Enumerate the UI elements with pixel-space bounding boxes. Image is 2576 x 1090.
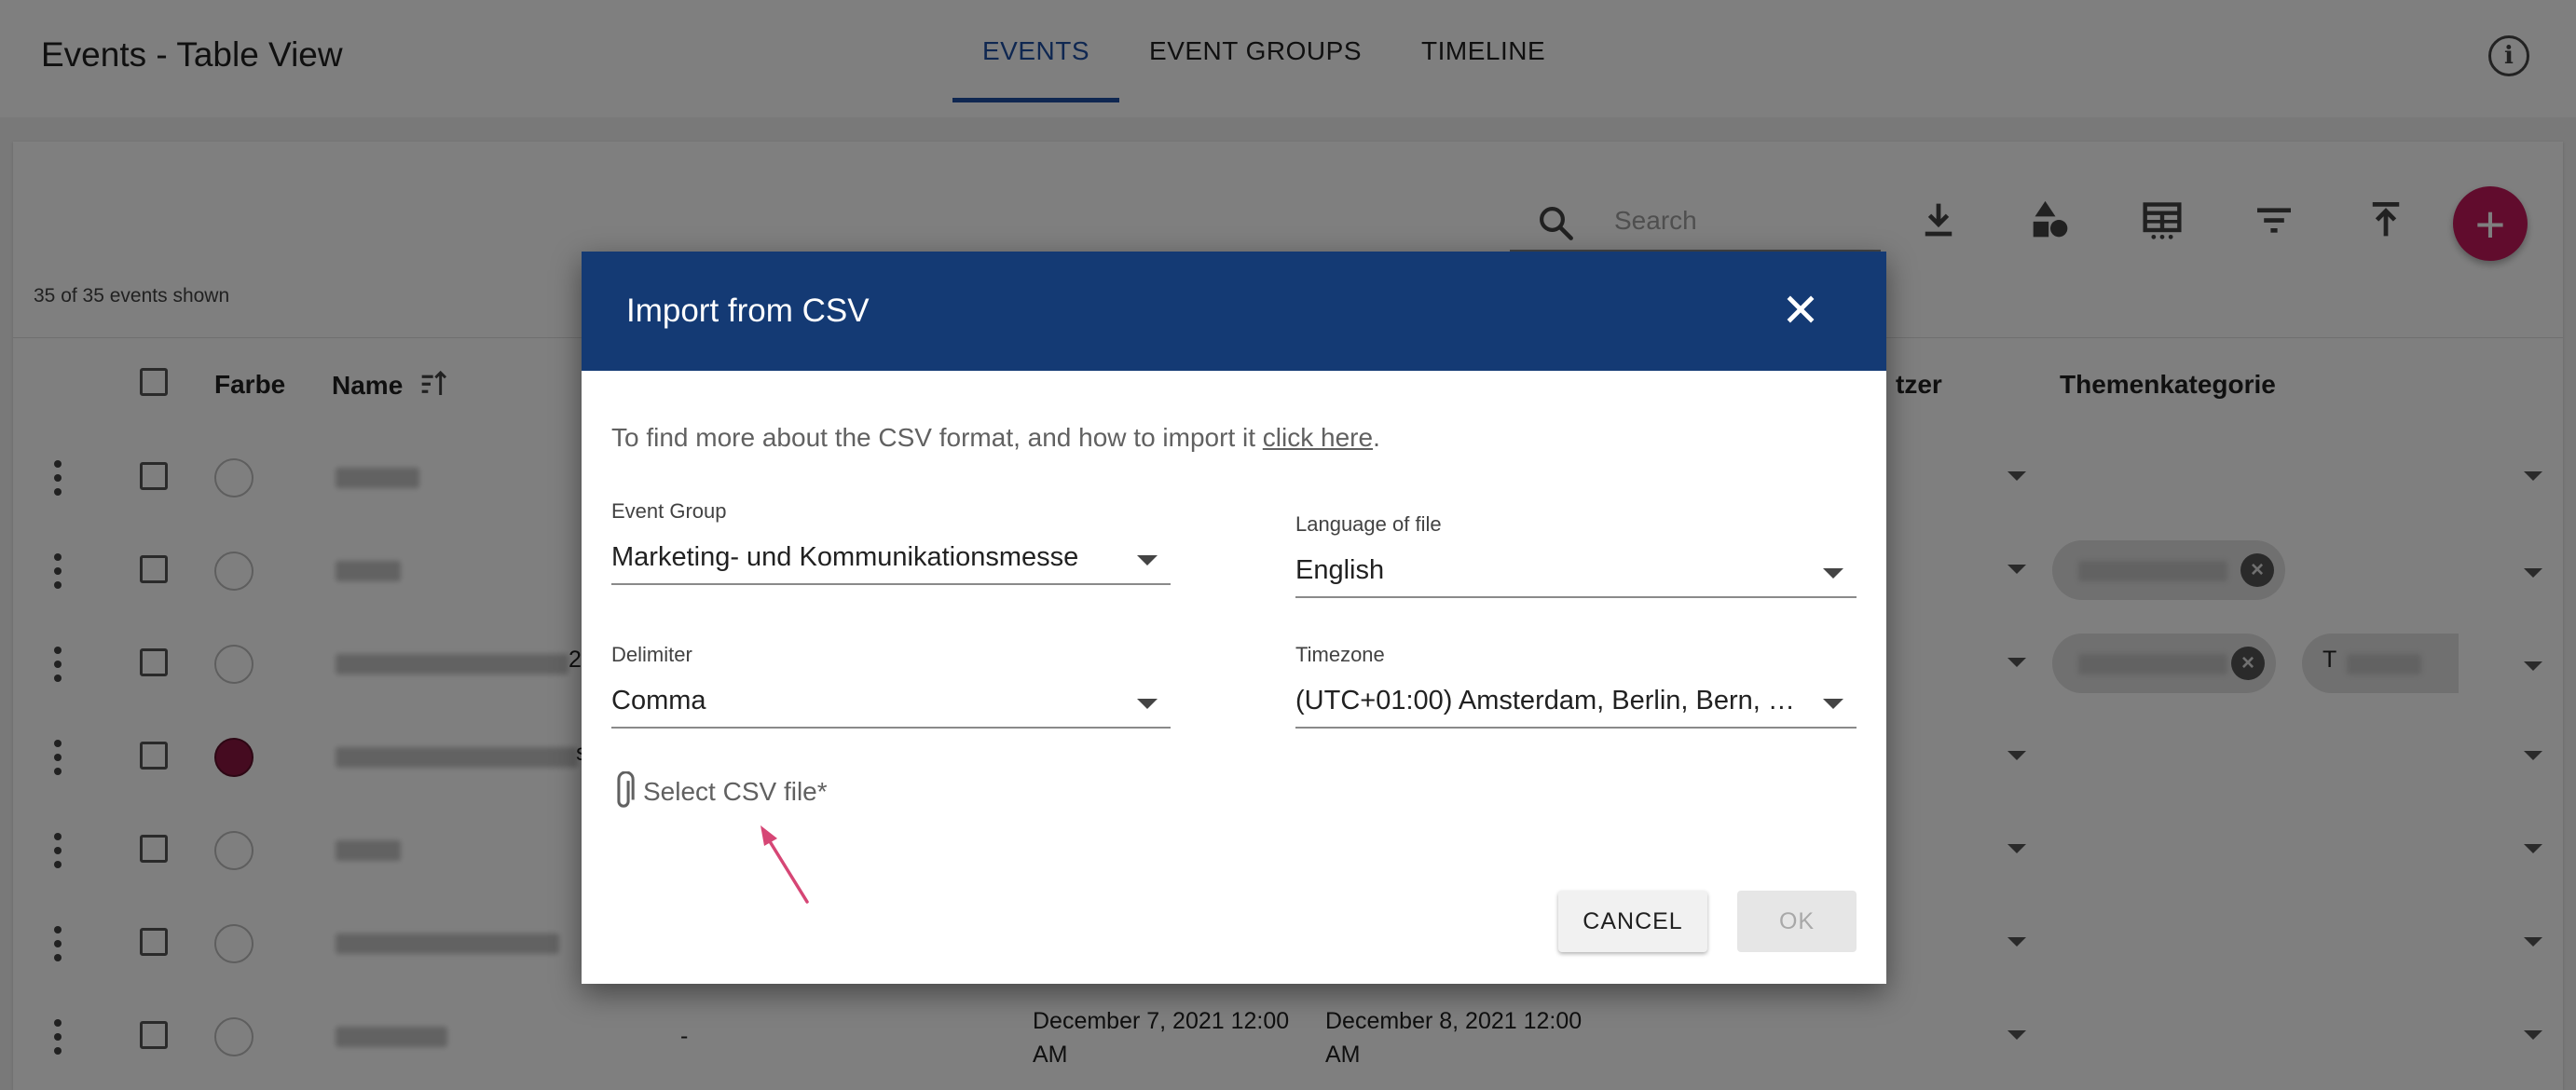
event-group-select[interactable]: Marketing- und Kommunikationsmesse: [611, 535, 1171, 585]
event-group-field: Event Group Marketing- und Kommunikation…: [611, 499, 1171, 585]
timezone-label: Timezone: [1295, 643, 1385, 666]
timezone-field: Timezone (UTC+01:00) Amsterdam, Berlin, …: [1295, 643, 1857, 729]
delimiter-select[interactable]: Comma: [611, 678, 1171, 729]
dialog-header: Import from CSV: [582, 252, 1886, 371]
cancel-button[interactable]: CANCEL: [1558, 891, 1707, 952]
select-csv-file-label: Select CSV file*: [643, 777, 828, 806]
chevron-down-icon: [1137, 555, 1158, 565]
timezone-value: (UTC+01:00) Amsterdam, Berlin, Bern, Rom…: [1295, 686, 1799, 715]
timezone-select[interactable]: (UTC+01:00) Amsterdam, Berlin, Bern, Rom…: [1295, 678, 1857, 729]
paperclip-icon: [617, 771, 635, 808]
chevron-down-icon: [1823, 568, 1843, 579]
delimiter-value: Comma: [611, 686, 706, 715]
language-label: Language of file: [1295, 512, 1442, 536]
page: Events - Table View EVENTS EVENT GROUPS …: [0, 0, 2576, 1090]
language-select[interactable]: English: [1295, 548, 1857, 598]
language-field: Language of file English: [1295, 512, 1857, 598]
intro-text: To find more about the CSV format, and h…: [611, 423, 1380, 453]
dialog-title: Import from CSV: [626, 293, 870, 329]
annotation-arrow-icon: [760, 825, 809, 904]
event-group-value: Marketing- und Kommunikationsmesse: [611, 542, 1079, 572]
language-value: English: [1295, 555, 1385, 585]
intro-text-end: .: [1373, 423, 1380, 452]
csv-help-link[interactable]: click here: [1263, 423, 1373, 452]
delimiter-label: Delimiter: [611, 643, 692, 666]
chevron-down-icon: [1137, 699, 1158, 709]
close-icon[interactable]: [1778, 287, 1823, 332]
chevron-down-icon: [1823, 699, 1843, 709]
delimiter-field: Delimiter Comma: [611, 643, 1171, 729]
event-group-label: Event Group: [611, 499, 727, 523]
select-csv-file[interactable]: Select CSV file*: [611, 771, 828, 811]
ok-button[interactable]: OK: [1737, 891, 1857, 952]
intro-text-body: To find more about the CSV format, and h…: [611, 423, 1263, 452]
